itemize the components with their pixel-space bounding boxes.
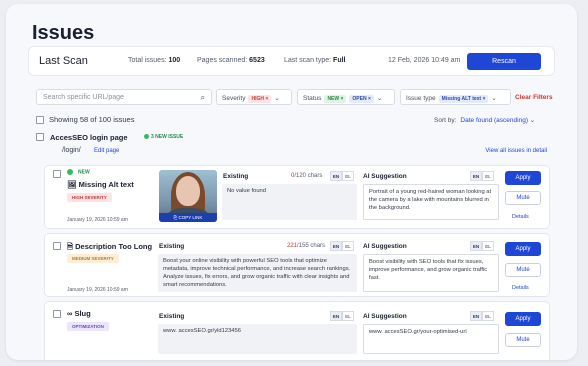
- issue-type-chip[interactable]: Missing ALT text ×: [438, 95, 489, 103]
- last-scan-type: Last scan type: Full: [284, 57, 346, 64]
- mute-button[interactable]: Mute: [505, 263, 541, 277]
- chevron-down-icon: ⌄: [376, 95, 383, 102]
- select-all-checkbox[interactable]: [36, 116, 44, 125]
- lang-el[interactable]: EL: [482, 171, 494, 181]
- mute-button[interactable]: Mute: [505, 191, 541, 205]
- existing-label: Existing: [159, 243, 185, 250]
- issue-card-slug: ∞ Slug OPTIMIZATION Existing EN EL www. a…: [44, 301, 550, 360]
- ai-suggestion-label: AI Suggestion: [363, 313, 407, 320]
- lang-en[interactable]: EN: [330, 241, 342, 251]
- app-frame: Issues Last Scan Total issues: 100 Pages…: [6, 4, 577, 360]
- existing-label: Existing: [223, 173, 249, 180]
- ai-suggestion-value[interactable]: www. accesSEO.gr/your-optimised-url: [363, 324, 499, 354]
- issue-title: ∞ Slug: [67, 309, 91, 318]
- existing-value: www. accesSEO.gr/yld123456: [158, 324, 357, 354]
- severity-filter[interactable]: Severity HIGH × ⌄: [216, 89, 292, 105]
- page-group-name: AccesSEO login page: [50, 133, 128, 142]
- issue-type-filter[interactable]: Issue type Missing ALT text × ⌄: [400, 89, 511, 105]
- rescan-button[interactable]: Rescan: [467, 53, 541, 70]
- issue-card-description: 🗎︎ Description Too Long MEDIUM SEVERITY …: [44, 233, 550, 297]
- page-group-checkbox[interactable]: [36, 133, 44, 141]
- severity-tag: HIGH SEVERITY: [67, 193, 112, 202]
- lang-el[interactable]: EL: [342, 241, 354, 251]
- issue-title: 🗎︎ Description Too Long: [67, 242, 153, 251]
- existing-label: Existing: [159, 313, 185, 320]
- language-toggle[interactable]: EN EL: [470, 171, 494, 181]
- severity-tag: MEDIUM SEVERITY: [67, 254, 119, 263]
- language-toggle[interactable]: EN EL: [470, 241, 494, 251]
- details-link[interactable]: Details: [512, 214, 529, 220]
- showing-count: Showing 58 of 100 issues: [36, 115, 134, 125]
- image-icon: 🖼︎: [67, 180, 77, 189]
- edit-page-link[interactable]: Edit page: [94, 148, 119, 154]
- link-icon: ∞: [67, 309, 73, 318]
- new-issue-badge: 3 NEW ISSUE: [144, 134, 183, 140]
- status-chip-new[interactable]: NEW ×: [324, 95, 347, 103]
- image-thumbnail: ⎘ COPY LINK: [159, 170, 217, 222]
- lang-en[interactable]: EN: [470, 241, 482, 251]
- ai-suggestion-label: AI Suggestion: [363, 173, 407, 180]
- view-all-issues-link[interactable]: View all issues in detail: [485, 148, 547, 154]
- search-icon: ⌕: [200, 93, 205, 102]
- last-scan-panel: Last Scan Total issues: 100 Pages scanne…: [28, 46, 555, 76]
- language-toggle[interactable]: EN EL: [330, 311, 354, 321]
- sort-control[interactable]: Sort by: Date found (ascending) ⌄: [434, 116, 535, 124]
- chevron-down-icon: ⌄: [491, 95, 497, 102]
- issue-date: January 19, 2026 10:59 am: [67, 287, 128, 293]
- page-title: Issues: [32, 22, 95, 44]
- status-filter[interactable]: Status NEW × OPEN × ⌄: [297, 89, 395, 105]
- language-toggle[interactable]: EN EL: [330, 171, 354, 181]
- severity-tag: OPTIMIZATION: [67, 322, 109, 331]
- issue-checkbox[interactable]: [53, 170, 61, 178]
- issue-card-alt-text: NEW 🖼︎ Missing Alt text HIGH SEVERITY Ja…: [44, 165, 550, 229]
- lang-en[interactable]: EN: [470, 311, 482, 321]
- status-chip-open[interactable]: OPEN ×: [349, 95, 374, 103]
- issue-checkbox[interactable]: [53, 242, 61, 250]
- search-input[interactable]: Search specific URL/page ⌕: [36, 89, 212, 105]
- clear-filters-button[interactable]: Clear Filters: [515, 94, 553, 101]
- pages-scanned: Pages scanned: 6523: [197, 57, 265, 64]
- language-toggle[interactable]: EN EL: [330, 241, 354, 251]
- chevron-down-icon: ⌄: [529, 117, 536, 124]
- ai-suggestion-value[interactable]: Boost visibility with SEO tools that fix…: [363, 254, 499, 292]
- issue-date: January 19, 2026 10:59 am: [67, 217, 128, 223]
- lang-en[interactable]: EN: [470, 171, 482, 181]
- char-count: 0/120 chars: [291, 173, 323, 179]
- total-issues: Total issues: 100: [128, 57, 181, 64]
- existing-value: Boost your online visibility with powerf…: [158, 254, 357, 292]
- apply-button[interactable]: Apply: [505, 312, 541, 326]
- page-group-header: AccesSEO login page 3 NEW ISSUE /login/ …: [36, 131, 550, 167]
- lang-el[interactable]: EL: [482, 241, 494, 251]
- apply-button[interactable]: Apply: [505, 171, 541, 185]
- lang-en[interactable]: EN: [330, 171, 342, 181]
- document-icon: 🗎︎: [67, 242, 74, 251]
- details-link[interactable]: Details: [512, 285, 529, 291]
- lang-en[interactable]: EN: [330, 311, 342, 321]
- issue-checkbox[interactable]: [53, 310, 61, 318]
- ai-suggestion-value[interactable]: Portrait of a young red-haired woman loo…: [363, 184, 499, 220]
- severity-chip[interactable]: HIGH ×: [248, 95, 272, 103]
- new-status-label: NEW: [67, 169, 90, 175]
- copy-link-button[interactable]: ⎘ COPY LINK: [159, 213, 217, 222]
- mute-button[interactable]: Mute: [505, 333, 541, 347]
- lang-el[interactable]: EL: [482, 311, 494, 321]
- ai-suggestion-label: AI Suggestion: [363, 243, 407, 250]
- existing-value: No value found: [222, 184, 357, 220]
- lang-el[interactable]: EL: [342, 171, 354, 181]
- page-path: /login/: [62, 147, 81, 154]
- language-toggle[interactable]: EN EL: [470, 311, 494, 321]
- char-count: 221/155 chars: [287, 243, 326, 249]
- chevron-down-icon: ⌄: [274, 95, 280, 102]
- last-scan-title: Last Scan: [39, 55, 88, 67]
- scan-date: 12 Feb, 2026 10:49 am: [388, 57, 461, 64]
- lang-el[interactable]: EL: [342, 311, 354, 321]
- apply-button[interactable]: Apply: [505, 242, 541, 256]
- issue-title: 🖼︎ Missing Alt text: [67, 180, 134, 189]
